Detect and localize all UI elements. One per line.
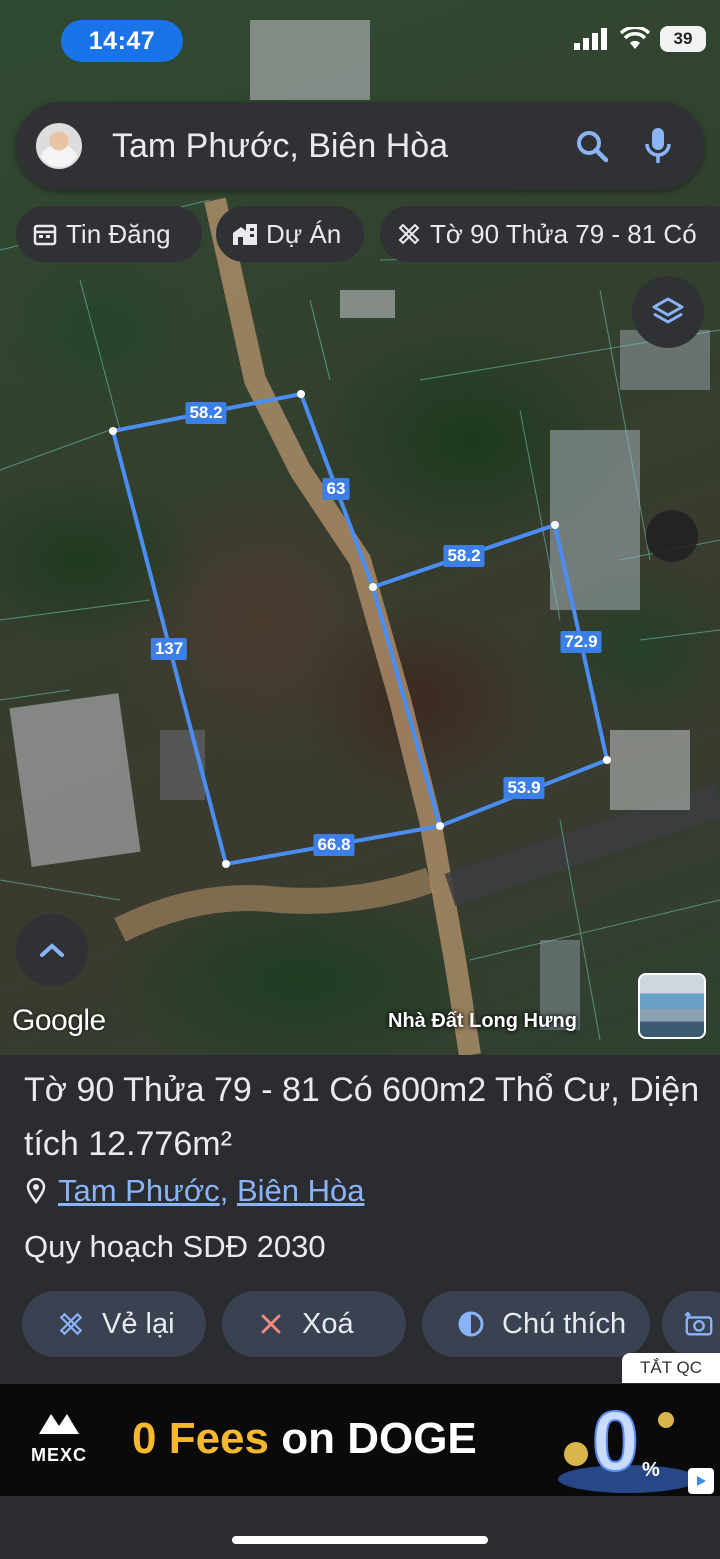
delete-label: Xoá (302, 1307, 354, 1340)
svg-text:0: 0 (592, 1394, 639, 1488)
ad-artwork: 0 % (558, 1393, 698, 1493)
listing-panel: Tờ 90 Thửa 79 - 81 Có 600m2 Thổ Cư, Diện… (0, 1055, 720, 1385)
status-time: 14:47 (61, 20, 183, 62)
legend-button[interactable]: Chú thích (422, 1291, 650, 1357)
location-separator: , (219, 1173, 229, 1208)
chip-parcel[interactable]: Tờ 90 Thửa 79 - 81 Có (380, 206, 720, 262)
search-icon[interactable] (572, 126, 612, 166)
avatar[interactable] (36, 123, 82, 169)
screen: 58.2 63 137 58.2 72.9 53.9 66.8 14:47 39 Tam P… (0, 0, 720, 1559)
map-view[interactable]: 58.2 63 137 58.2 72.9 53.9 66.8 14:47 39 Tam P… (0, 0, 720, 1055)
google-attribution: Google (12, 1004, 106, 1037)
layers-button[interactable] (632, 276, 704, 348)
measurement-label: 72.9 (560, 631, 602, 653)
measurement-label: 63 (322, 478, 350, 500)
ad-banner[interactable]: MEXC 0 Fees on DOGE 0 % (0, 1384, 720, 1496)
measurement-label: 137 (150, 638, 188, 660)
buildings-icon (232, 221, 258, 247)
close-icon (256, 1309, 286, 1339)
camera-add-icon (684, 1309, 714, 1339)
legend-label: Chú thích (502, 1307, 627, 1340)
redraw-button[interactable]: Vẻ lại (22, 1291, 206, 1357)
layers-icon (652, 297, 684, 324)
ad-brand-logo: MEXC (24, 1410, 94, 1466)
status-icons: 39 (574, 26, 706, 52)
chip-projects[interactable]: Dự Án (216, 206, 364, 262)
location-link-city[interactable]: Biên Hòa (237, 1173, 365, 1208)
chip-listings[interactable]: Tin Đăng (16, 206, 202, 262)
draw-polygon-icon (396, 221, 422, 247)
chip-projects-label: Dự Án (266, 218, 342, 249)
delete-button[interactable]: Xoá (222, 1291, 406, 1357)
listing-location: Tam Phước, Biên Hòa (26, 1173, 364, 1209)
chip-listings-label: Tin Đăng (66, 218, 171, 249)
svg-text:%: % (642, 1459, 660, 1481)
home-indicator-area (0, 1496, 720, 1559)
ad-close-button[interactable]: TẮT QC (622, 1353, 720, 1383)
chevron-up-icon (40, 943, 64, 957)
measurement-label: 58.2 (443, 545, 485, 567)
map-control-button[interactable] (646, 510, 698, 562)
calendar-icon (32, 221, 58, 247)
measurement-label: 53.9 (503, 777, 545, 799)
ad-headline: 0 Fees on DOGE (132, 1414, 477, 1463)
ad-info-icon[interactable] (688, 1468, 714, 1494)
measurement-label: 58.2 (185, 402, 227, 424)
microphone-icon[interactable] (638, 126, 678, 166)
chip-parcel-label: Tờ 90 Thửa 79 - 81 Có (430, 218, 697, 249)
contrast-icon (456, 1309, 486, 1339)
listing-plan: Quy hoạch SDĐ 2030 (24, 1229, 326, 1264)
redraw-label: Vẻ lại (102, 1307, 175, 1340)
draw-icon (56, 1309, 86, 1339)
search-bar[interactable]: Tam Phước, Biên Hòa (16, 102, 704, 190)
location-pin-icon (26, 1178, 46, 1204)
home-indicator[interactable] (232, 1536, 488, 1544)
mexc-logo-icon (39, 1414, 79, 1434)
location-link-ward[interactable]: Tam Phước (58, 1173, 220, 1208)
search-query[interactable]: Tam Phước, Biên Hòa (112, 127, 572, 166)
measurement-label: 66.8 (313, 834, 355, 856)
expand-button[interactable] (16, 914, 88, 986)
wifi-icon (620, 27, 650, 49)
photo-button[interactable] (662, 1291, 720, 1357)
photo-thumbnail[interactable] (638, 973, 706, 1039)
listing-title: Tờ 90 Thửa 79 - 81 Có 600m2 Thổ Cư, Diện… (24, 1071, 700, 1163)
ad-brand-name: MEXC (30, 1445, 87, 1465)
signal-icon (574, 28, 607, 50)
watermark: Nhà Đất Long Hưng (388, 1010, 577, 1032)
battery-indicator: 39 (660, 26, 706, 52)
